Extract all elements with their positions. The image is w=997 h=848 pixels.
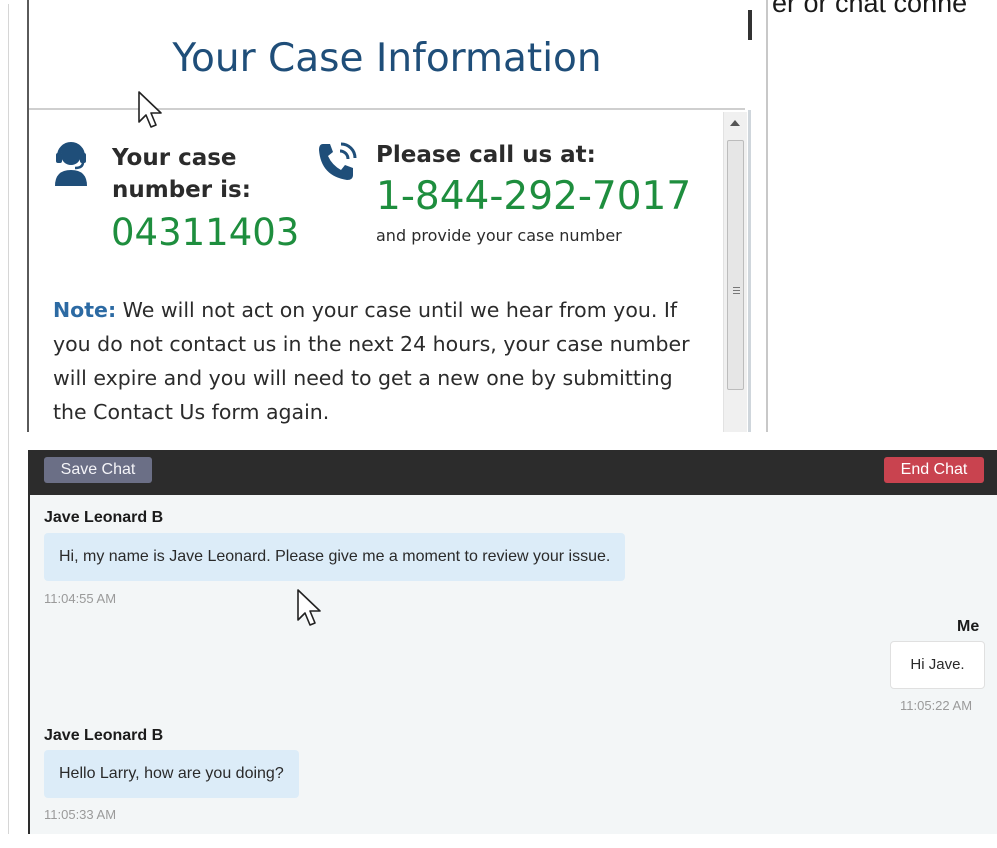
case-number-value: 04311403 [111,211,300,254]
case-scrollbar[interactable] [723,112,747,432]
note-label: Note: [53,298,117,322]
message-sender-me: Me [957,618,980,635]
user-message-bubble: Hi Jave. [890,641,985,689]
save-chat-button[interactable]: Save Chat [44,457,152,483]
note-paragraph: Note: We will not act on your case until… [53,293,693,429]
case-title: Your Case Information [172,36,602,81]
agent-message-bubble: Hello Larry, how are you doing? [44,750,299,798]
mouse-cursor-icon [297,589,321,626]
message-sender: Jave Leonard B [44,727,164,744]
page-divider [8,4,9,834]
phone-number: 1-844-292-7017 [376,174,692,219]
phone-call-icon [319,142,357,180]
mouse-cursor-icon [138,91,162,128]
call-instruction: and provide your case number [376,226,622,245]
message-timestamp: 11:04:55 AM [44,591,117,606]
chat-toolbar: Save Chat End Chat [30,450,997,495]
scrollbar-thumb[interactable] [727,140,744,390]
message-sender: Jave Leonard B [44,509,164,526]
case-number-label: Your case number is: [112,145,251,203]
window-edge-outer [766,0,768,432]
window-edge-dark [748,10,752,40]
message-timestamp-me: 11:05:22 AM [900,698,973,713]
message-timestamp: 11:05:33 AM [44,807,117,822]
scrollbar-grip-icon [733,287,740,288]
agent-headset-icon [55,142,87,186]
chat-panel: Save Chat End Chat Jave Leonard B Hi, my… [28,450,997,834]
end-chat-button[interactable]: End Chat [884,457,984,483]
call-us-label: Please call us at: [376,142,596,168]
case-body: Your case number is: 04311403 Please cal… [29,112,723,432]
window-edge-light [748,110,751,432]
agent-message-bubble: Hi, my name is Jave Leonard. Please give… [44,533,626,581]
scroll-up-arrow-icon[interactable] [730,120,740,126]
note-text: We will not act on your case until we he… [53,298,690,424]
case-information-window: Your Case Information Your case number i… [27,0,772,432]
background-text-fragment: er or chat conne [772,0,968,18]
